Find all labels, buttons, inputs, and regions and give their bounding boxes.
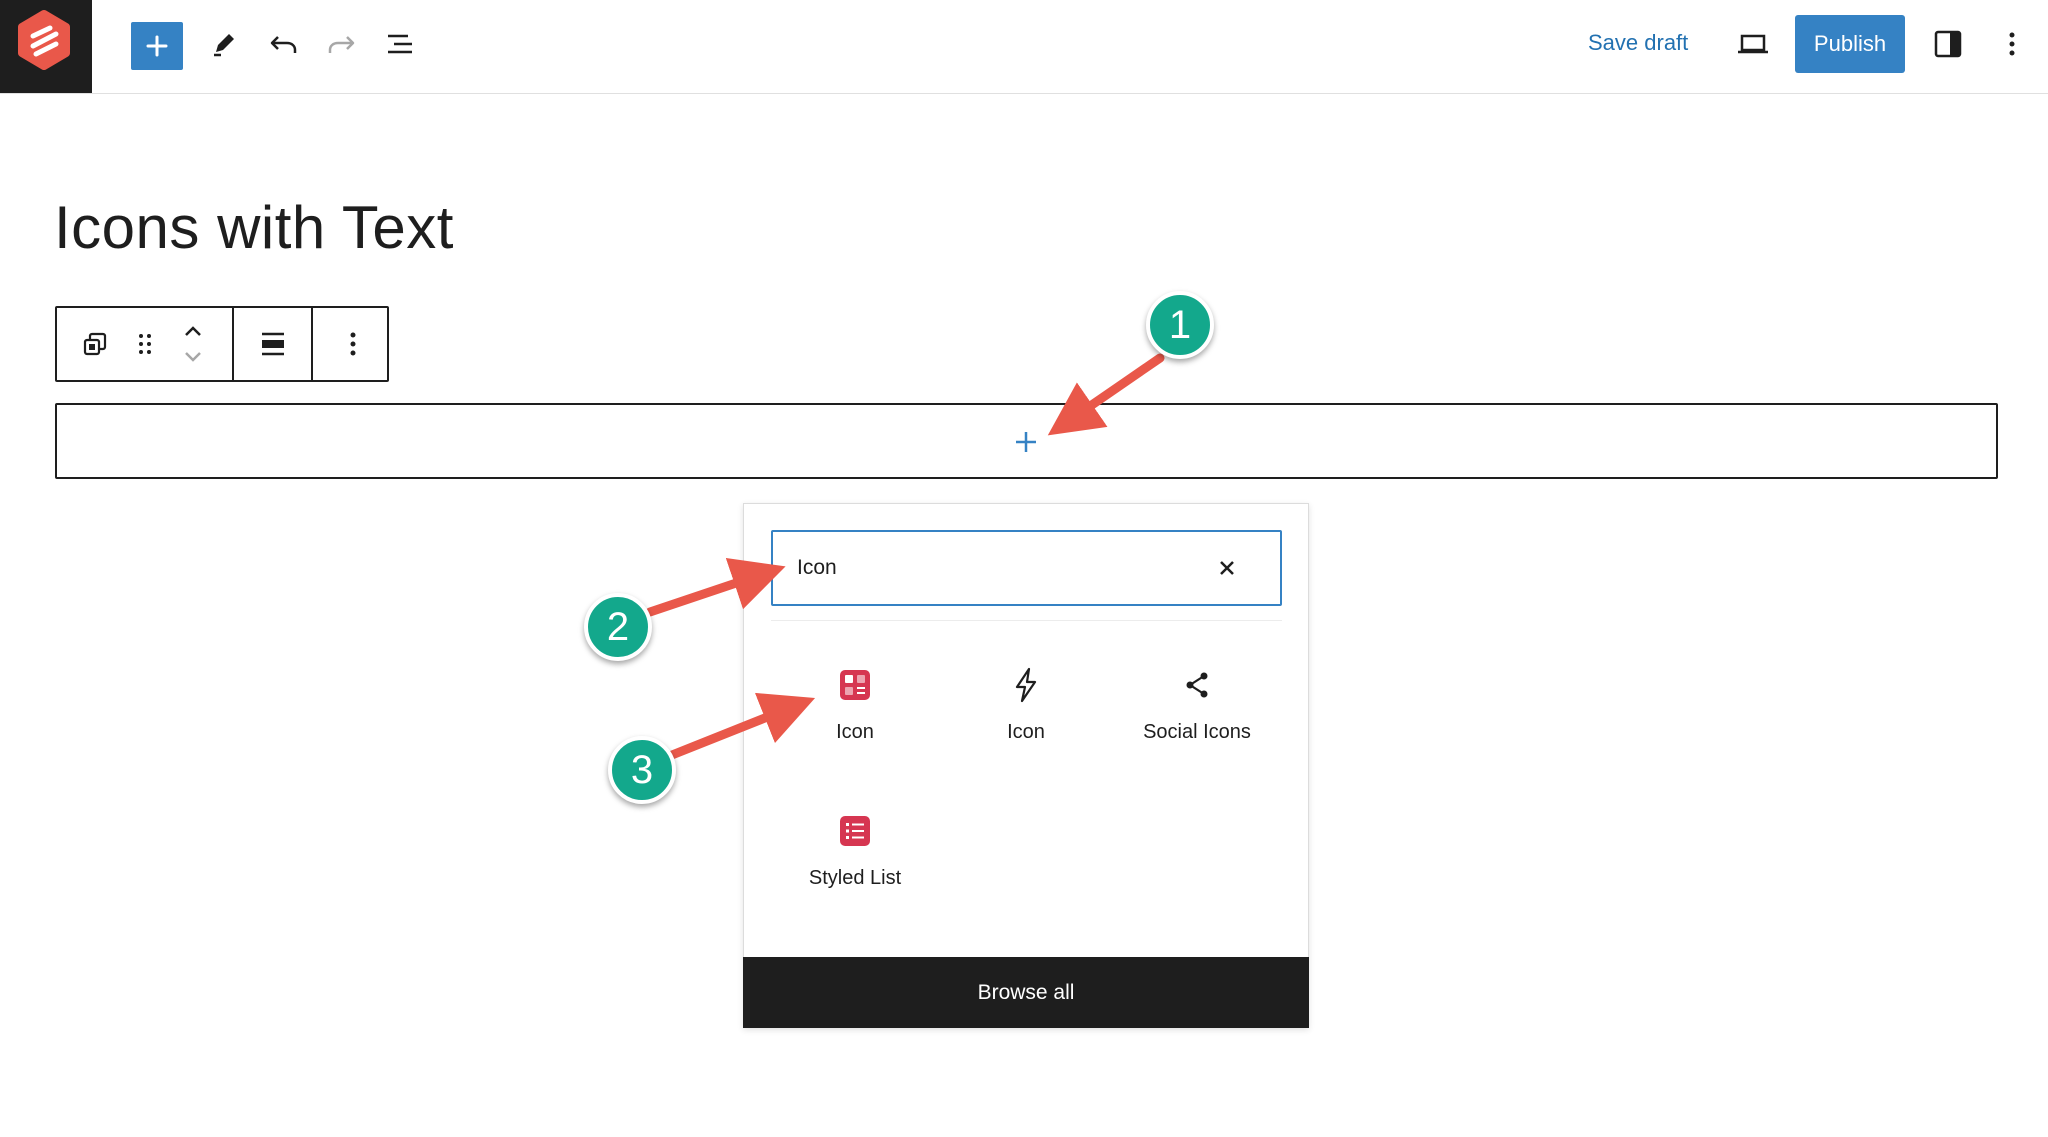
- annotation-badge-3: 3: [608, 736, 676, 804]
- arrow-3: [667, 692, 816, 760]
- annotation-badge-2: 2: [584, 593, 652, 661]
- annotation-badge-1: 1: [1146, 291, 1214, 359]
- annotation-arrows: [645, 353, 1165, 760]
- arrow-2: [645, 558, 786, 617]
- arrow-1: [1047, 353, 1165, 436]
